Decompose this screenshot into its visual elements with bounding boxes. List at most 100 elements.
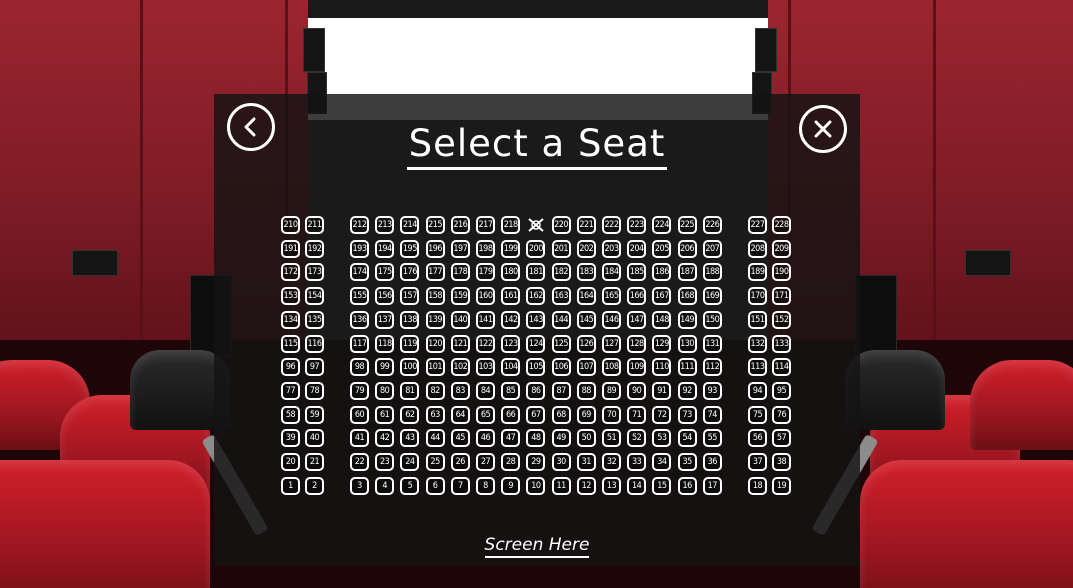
seat-91[interactable]: 91: [652, 381, 672, 400]
seat-51[interactable]: 51: [602, 429, 621, 448]
seat-112[interactable]: 112: [702, 358, 722, 377]
seat-226[interactable]: 226: [702, 216, 722, 234]
seat-122[interactable]: 122: [476, 334, 495, 353]
seat-97[interactable]: 97: [305, 358, 324, 377]
seat-138[interactable]: 138: [400, 310, 420, 329]
seat-167[interactable]: 167: [652, 287, 672, 306]
seat-108[interactable]: 108: [602, 358, 621, 377]
seat-94[interactable]: 94: [748, 381, 767, 400]
seat-187[interactable]: 187: [677, 263, 697, 282]
seat-77[interactable]: 77: [281, 381, 300, 400]
seat-75[interactable]: 75: [748, 405, 767, 424]
seat-22[interactable]: 22: [350, 453, 369, 471]
seat-57[interactable]: 57: [772, 429, 791, 448]
seat-134[interactable]: 134: [281, 310, 300, 329]
seat-143[interactable]: 143: [526, 310, 546, 329]
seat-81[interactable]: 81: [400, 381, 420, 400]
seat-120[interactable]: 120: [425, 334, 445, 353]
seat-15[interactable]: 15: [652, 476, 672, 495]
seat-82[interactable]: 82: [425, 381, 445, 400]
seat-126[interactable]: 126: [576, 334, 596, 353]
seat-162[interactable]: 162: [526, 287, 546, 306]
seat-146[interactable]: 146: [602, 310, 621, 329]
seat-86[interactable]: 86: [526, 381, 546, 400]
seat-157[interactable]: 157: [400, 287, 420, 306]
seat-69[interactable]: 69: [576, 405, 596, 424]
seat-178[interactable]: 178: [450, 263, 470, 282]
seat-68[interactable]: 68: [551, 405, 571, 424]
seat-47[interactable]: 47: [501, 429, 521, 448]
seat-208[interactable]: 208: [748, 239, 767, 258]
seat-66[interactable]: 66: [501, 405, 521, 424]
seat-201[interactable]: 201: [551, 239, 571, 258]
seat-28[interactable]: 28: [501, 453, 521, 471]
seat-191[interactable]: 191: [281, 239, 300, 258]
seat-62[interactable]: 62: [400, 405, 420, 424]
seat-72[interactable]: 72: [652, 405, 672, 424]
seat-149[interactable]: 149: [677, 310, 697, 329]
seat-11[interactable]: 11: [551, 476, 571, 495]
seat-119[interactable]: 119: [400, 334, 420, 353]
seat-212[interactable]: 212: [350, 216, 369, 234]
seat-196[interactable]: 196: [425, 239, 445, 258]
seat-121[interactable]: 121: [450, 334, 470, 353]
seat-93[interactable]: 93: [702, 381, 722, 400]
seat-214[interactable]: 214: [400, 216, 420, 234]
seat-144[interactable]: 144: [551, 310, 571, 329]
seat-17[interactable]: 17: [702, 476, 722, 495]
seat-98[interactable]: 98: [350, 358, 369, 377]
seat-54[interactable]: 54: [677, 429, 697, 448]
seat-90[interactable]: 90: [627, 381, 647, 400]
seat-14[interactable]: 14: [627, 476, 647, 495]
seat-78[interactable]: 78: [305, 381, 324, 400]
seat-168[interactable]: 168: [677, 287, 697, 306]
seat-179[interactable]: 179: [476, 263, 495, 282]
seat-109[interactable]: 109: [627, 358, 647, 377]
seat-131[interactable]: 131: [702, 334, 722, 353]
seat-64[interactable]: 64: [450, 405, 470, 424]
seat-105[interactable]: 105: [526, 358, 546, 377]
seat-76[interactable]: 76: [772, 405, 791, 424]
seat-32[interactable]: 32: [602, 453, 621, 471]
seat-46[interactable]: 46: [476, 429, 495, 448]
seat-123[interactable]: 123: [501, 334, 521, 353]
seat-125[interactable]: 125: [551, 334, 571, 353]
seat-184[interactable]: 184: [602, 263, 621, 282]
seat-96[interactable]: 96: [281, 358, 300, 377]
seat-215[interactable]: 215: [425, 216, 445, 234]
seat-114[interactable]: 114: [772, 358, 791, 377]
seat-85[interactable]: 85: [501, 381, 521, 400]
seat-33[interactable]: 33: [627, 453, 647, 471]
seat-55[interactable]: 55: [702, 429, 722, 448]
seat-102[interactable]: 102: [450, 358, 470, 377]
seat-137[interactable]: 137: [375, 310, 395, 329]
seat-3[interactable]: 3: [350, 476, 369, 495]
seat-135[interactable]: 135: [305, 310, 324, 329]
seat-211[interactable]: 211: [305, 216, 324, 234]
seat-193[interactable]: 193: [350, 239, 369, 258]
seat-87[interactable]: 87: [551, 381, 571, 400]
seat-195[interactable]: 195: [400, 239, 420, 258]
seat-223[interactable]: 223: [627, 216, 647, 234]
seat-83[interactable]: 83: [450, 381, 470, 400]
seat-225[interactable]: 225: [677, 216, 697, 234]
seat-41[interactable]: 41: [350, 429, 369, 448]
seat-203[interactable]: 203: [602, 239, 621, 258]
seat-189[interactable]: 189: [748, 263, 767, 282]
seat-197[interactable]: 197: [450, 239, 470, 258]
seat-10[interactable]: 10: [526, 476, 546, 495]
seat-127[interactable]: 127: [602, 334, 621, 353]
seat-29[interactable]: 29: [526, 453, 546, 471]
seat-21[interactable]: 21: [305, 453, 324, 471]
seat-27[interactable]: 27: [476, 453, 495, 471]
seat-63[interactable]: 63: [425, 405, 445, 424]
seat-43[interactable]: 43: [400, 429, 420, 448]
seat-199[interactable]: 199: [501, 239, 521, 258]
seat-106[interactable]: 106: [551, 358, 571, 377]
seat-65[interactable]: 65: [476, 405, 495, 424]
seat-174[interactable]: 174: [350, 263, 369, 282]
seat-6[interactable]: 6: [425, 476, 445, 495]
seat-129[interactable]: 129: [652, 334, 672, 353]
seat-145[interactable]: 145: [576, 310, 596, 329]
seat-147[interactable]: 147: [627, 310, 647, 329]
